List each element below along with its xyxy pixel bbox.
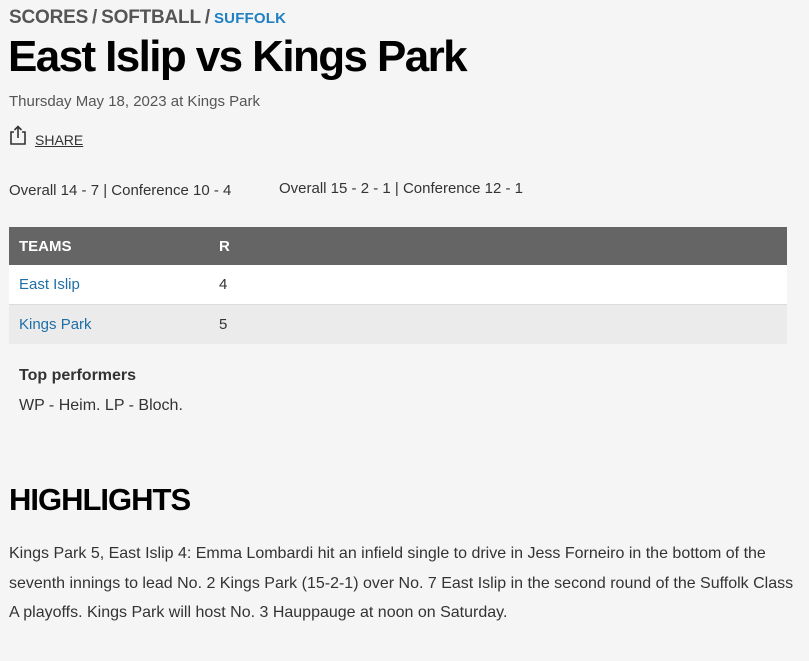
breadcrumb-scores[interactable]: SCORES xyxy=(9,7,88,28)
share-icon xyxy=(10,125,26,145)
runs-cell: 5 xyxy=(209,304,787,344)
game-date: Thursday May 18, 2023 at Kings Park xyxy=(9,93,260,110)
top-performers-heading: Top performers xyxy=(19,367,137,384)
share-button[interactable]: SHARE xyxy=(9,125,83,148)
table-row: East Islip 4 xyxy=(9,265,787,305)
share-label[interactable]: SHARE xyxy=(35,132,83,148)
highlights-text: Kings Park 5, East Islip 4: Emma Lombard… xyxy=(9,545,794,621)
team-link-east-islip[interactable]: East Islip xyxy=(19,276,80,293)
breadcrumb-separator: / xyxy=(204,7,210,28)
team-cell: Kings Park xyxy=(9,304,209,344)
scoreboard-header-row: TEAMS R xyxy=(9,227,787,265)
column-header-teams: TEAMS xyxy=(9,227,209,265)
runs-cell: 4 xyxy=(209,265,787,305)
team-link-kings-park[interactable]: Kings Park xyxy=(19,316,92,333)
team-cell: East Islip xyxy=(9,265,209,305)
top-performers-text: WP - Heim. LP - Bloch. xyxy=(19,397,183,414)
scoreboard-table: TEAMS R East Islip 4 Kings Park 5 xyxy=(9,227,787,344)
breadcrumb-suffolk-link[interactable]: SUFFOLK xyxy=(214,10,286,27)
team2-record: Overall 15 - 2 - 1 | Conference 12 - 1 xyxy=(279,180,524,197)
table-row: Kings Park 5 xyxy=(9,304,787,344)
page-title: East Islip vs Kings Park xyxy=(8,32,468,81)
breadcrumb-softball[interactable]: SOFTBALL xyxy=(101,7,201,28)
column-header-runs: R xyxy=(209,227,787,265)
team1-record: Overall 14 - 7 | Conference 10 - 4 xyxy=(9,182,232,199)
breadcrumb: SCORES / SOFTBALL / SUFFOLK xyxy=(9,7,286,29)
breadcrumb-separator: / xyxy=(92,7,98,28)
highlights-heading: HIGHLIGHTS xyxy=(9,482,191,517)
